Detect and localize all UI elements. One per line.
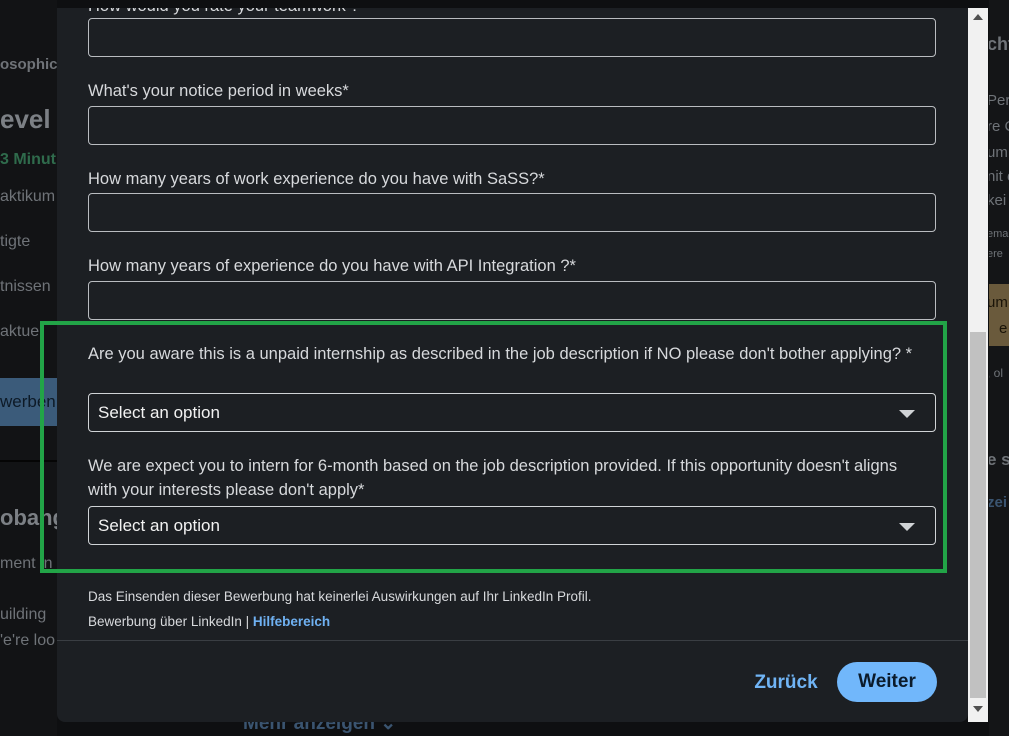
via-linkedin-note: Bewerbung über LinkedIn | Hilfebereich xyxy=(88,614,330,629)
intern-duration-select[interactable]: Select an option xyxy=(88,506,936,545)
api-experience-input[interactable] xyxy=(88,281,936,320)
bg-text: uilding xyxy=(0,606,47,623)
notice-period-input[interactable] xyxy=(88,106,936,145)
bg-text: tnissen xyxy=(0,278,51,295)
privacy-note: Das Einsenden dieser Bewerbung hat keine… xyxy=(88,589,592,604)
form-scroll-area[interactable]: How would you rate your teamwork ? What'… xyxy=(57,8,968,640)
bg-text: werben xyxy=(0,392,56,411)
application-modal: How would you rate your teamwork ? What'… xyxy=(57,8,968,722)
bg-text: , ol xyxy=(989,366,1004,380)
bg-badge: um e xyxy=(989,284,1009,346)
bg-text: zei xyxy=(989,494,1008,511)
bg-text: um xyxy=(989,294,1008,311)
help-center-link[interactable]: Hilfebereich xyxy=(253,614,330,629)
unpaid-internship-select[interactable]: Select an option xyxy=(88,393,936,432)
unpaid-internship-label: Are you aware this is a unpaid internshi… xyxy=(88,345,913,363)
bg-text: aktikum xyxy=(0,188,56,205)
bg-text: aktuel xyxy=(0,323,43,340)
modal-scrollbar[interactable] xyxy=(968,8,988,722)
bg-text: ere xyxy=(989,248,1003,260)
via-linkedin-text: Bewerbung über LinkedIn | xyxy=(88,614,250,629)
bg-text: 3 Minut xyxy=(0,151,56,168)
next-button[interactable]: Weiter xyxy=(837,662,937,702)
select-value: Select an option xyxy=(98,516,220,535)
bg-text: re C xyxy=(989,118,1009,135)
intern-duration-label: We are expect you to intern for 6-month … xyxy=(88,457,898,499)
bg-text: evel xyxy=(0,104,51,134)
chevron-down-icon xyxy=(899,523,915,531)
footer-divider xyxy=(57,640,968,641)
notice-period-label: What's your notice period in weeks* xyxy=(88,82,349,100)
teamwork-input[interactable] xyxy=(88,18,936,57)
bg-text: kei xyxy=(989,192,1007,209)
bg-apply-button: werben xyxy=(0,378,57,426)
sass-experience-label: How many years of work experience do you… xyxy=(88,170,545,188)
teamwork-label: How would you rate your teamwork ? xyxy=(88,8,918,18)
scroll-down-arrow-icon[interactable] xyxy=(973,706,983,712)
api-experience-label: How many years of experience do you have… xyxy=(88,257,576,275)
scrollbar-thumb[interactable] xyxy=(970,332,986,698)
background-right-column: cht Pers re C um nit e kei ema ere um e … xyxy=(989,0,1009,736)
sass-experience-input[interactable] xyxy=(88,193,936,232)
bg-text: e xyxy=(999,320,1008,337)
bg-text: ema xyxy=(989,228,1009,240)
back-button[interactable]: Zurück xyxy=(746,668,826,698)
select-value: Select an option xyxy=(98,403,220,422)
scroll-up-arrow-icon[interactable] xyxy=(973,14,983,20)
bg-text: 'e're loo xyxy=(0,632,56,649)
chevron-down-icon xyxy=(899,410,915,418)
bg-text: cht xyxy=(989,34,1009,54)
bg-divider xyxy=(0,460,57,462)
bg-text: tigte xyxy=(0,233,31,250)
bg-text: Pers xyxy=(989,92,1009,109)
bg-text: nit e xyxy=(989,168,1009,185)
bg-text: um xyxy=(989,144,1008,161)
bg-text: osophic xyxy=(0,56,58,73)
background-left-column: osophic evel 3 Minut aktikum tigte tniss… xyxy=(0,0,66,736)
bg-text: e s xyxy=(989,450,1009,469)
bg-text: ment in xyxy=(0,555,53,572)
